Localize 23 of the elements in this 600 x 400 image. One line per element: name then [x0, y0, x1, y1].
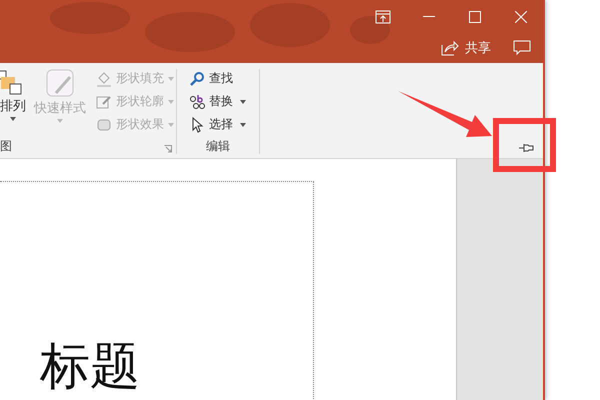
replace-button[interactable]: 替换 — [187, 92, 248, 111]
search-icon — [189, 70, 205, 86]
share-icon — [441, 40, 459, 56]
highlight-frame — [493, 118, 556, 172]
comment-icon[interactable] — [513, 40, 531, 56]
minimize-icon — [423, 16, 435, 18]
pencil-icon — [96, 94, 112, 110]
find-button[interactable]: 查找 — [187, 69, 248, 88]
dialog-launcher-icon[interactable] — [164, 145, 172, 153]
replace-icon — [189, 94, 205, 110]
shape-effect-icon — [96, 116, 112, 132]
select-button[interactable]: 选择 — [187, 115, 248, 134]
slide-title[interactable]: 标题 — [40, 341, 140, 391]
paint-bucket-icon — [96, 70, 112, 86]
close-icon — [515, 11, 527, 23]
maximize-icon — [469, 11, 481, 23]
pin-icon[interactable] — [519, 143, 535, 153]
group-label: 图 — [0, 138, 12, 155]
ribbon-display-icon — [375, 10, 391, 24]
arrange-button[interactable]: 排列 — [0, 69, 26, 137]
group-label: 编辑 — [206, 138, 230, 155]
share-button[interactable]: 共享 — [437, 37, 495, 59]
brush-icon — [46, 69, 74, 97]
